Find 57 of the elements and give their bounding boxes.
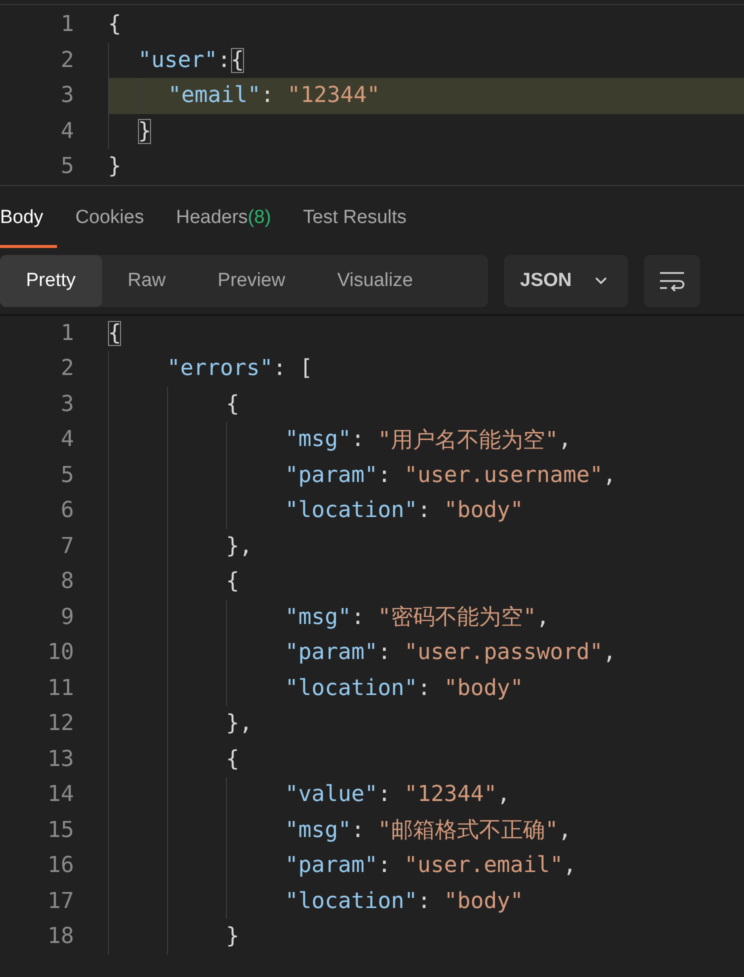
request-body-editor[interactable]: 1 { 2 "user":{ 3 "email": "12344" 4 } 5 } bbox=[0, 4, 744, 186]
line-number: 4 bbox=[60, 427, 75, 452]
line-number: 8 bbox=[60, 569, 75, 594]
view-mode-tab[interactable]: Pretty bbox=[0, 254, 102, 306]
wrap-lines-button[interactable] bbox=[644, 254, 700, 306]
line-number: 13 bbox=[46, 746, 75, 772]
code-line: "msg": "密码不能为空", bbox=[108, 600, 744, 635]
code-line: } bbox=[108, 919, 744, 954]
code-line: { bbox=[108, 564, 744, 600]
code-line: "msg": "邮箱格式不正确", bbox=[108, 812, 744, 848]
line-number: 6 bbox=[60, 498, 75, 524]
code-line: { bbox=[108, 320, 122, 348]
code-line: } bbox=[108, 153, 122, 182]
code-line: }, bbox=[108, 706, 744, 742]
line-number: 5 bbox=[60, 154, 75, 180]
line-number: 10 bbox=[46, 640, 75, 666]
code-line: "param": "user.password", bbox=[108, 635, 744, 670]
line-number: 3 bbox=[60, 392, 75, 417]
line-number: 17 bbox=[46, 888, 75, 914]
line-number: 5 bbox=[60, 462, 75, 488]
code-line: "param": "user.email", bbox=[108, 848, 744, 884]
code-line: { bbox=[108, 11, 122, 40]
line-number: 15 bbox=[46, 818, 75, 843]
line-number: 4 bbox=[60, 118, 75, 144]
line-number: 7 bbox=[60, 534, 75, 559]
line-number: 14 bbox=[46, 782, 75, 808]
code-line: "location": "body" bbox=[108, 493, 744, 528]
line-number: 12 bbox=[46, 711, 75, 736]
code-line: "location": "body" bbox=[108, 884, 744, 919]
response-tab[interactable]: Test Results bbox=[289, 192, 421, 248]
code-line: }, bbox=[108, 528, 744, 564]
wrap-lines-icon bbox=[658, 270, 686, 292]
response-tab[interactable]: Cookies bbox=[61, 192, 158, 248]
code-line: "location": "body" bbox=[108, 670, 744, 706]
response-tab[interactable]: Body bbox=[0, 192, 58, 248]
line-number: 1 bbox=[60, 320, 75, 346]
code-line: } bbox=[108, 114, 744, 149]
view-mode-tab[interactable]: Raw bbox=[102, 254, 192, 306]
view-mode-tab[interactable]: Visualize bbox=[311, 254, 439, 306]
chevron-down-icon bbox=[594, 276, 608, 286]
code-line: { bbox=[108, 742, 744, 777]
code-line: "msg": "用户名不能为空", bbox=[108, 422, 744, 458]
line-number: 2 bbox=[60, 48, 75, 73]
line-number: 18 bbox=[46, 924, 75, 950]
code-line: "value": "12344", bbox=[108, 777, 744, 812]
response-tab[interactable]: Headers(8) bbox=[162, 192, 286, 248]
line-number: 3 bbox=[60, 83, 75, 108]
line-number: 2 bbox=[60, 356, 75, 382]
line-number: 11 bbox=[46, 676, 75, 701]
code-line: "param": "user.username", bbox=[108, 458, 744, 493]
line-number: 9 bbox=[60, 604, 75, 630]
view-mode-tab[interactable]: Preview bbox=[192, 254, 312, 306]
code-line: "errors": [ bbox=[108, 351, 744, 386]
code-line: { bbox=[108, 386, 744, 422]
line-number: 1 bbox=[60, 12, 75, 38]
format-dropdown[interactable]: JSON bbox=[504, 254, 628, 306]
line-number: 16 bbox=[46, 853, 75, 878]
